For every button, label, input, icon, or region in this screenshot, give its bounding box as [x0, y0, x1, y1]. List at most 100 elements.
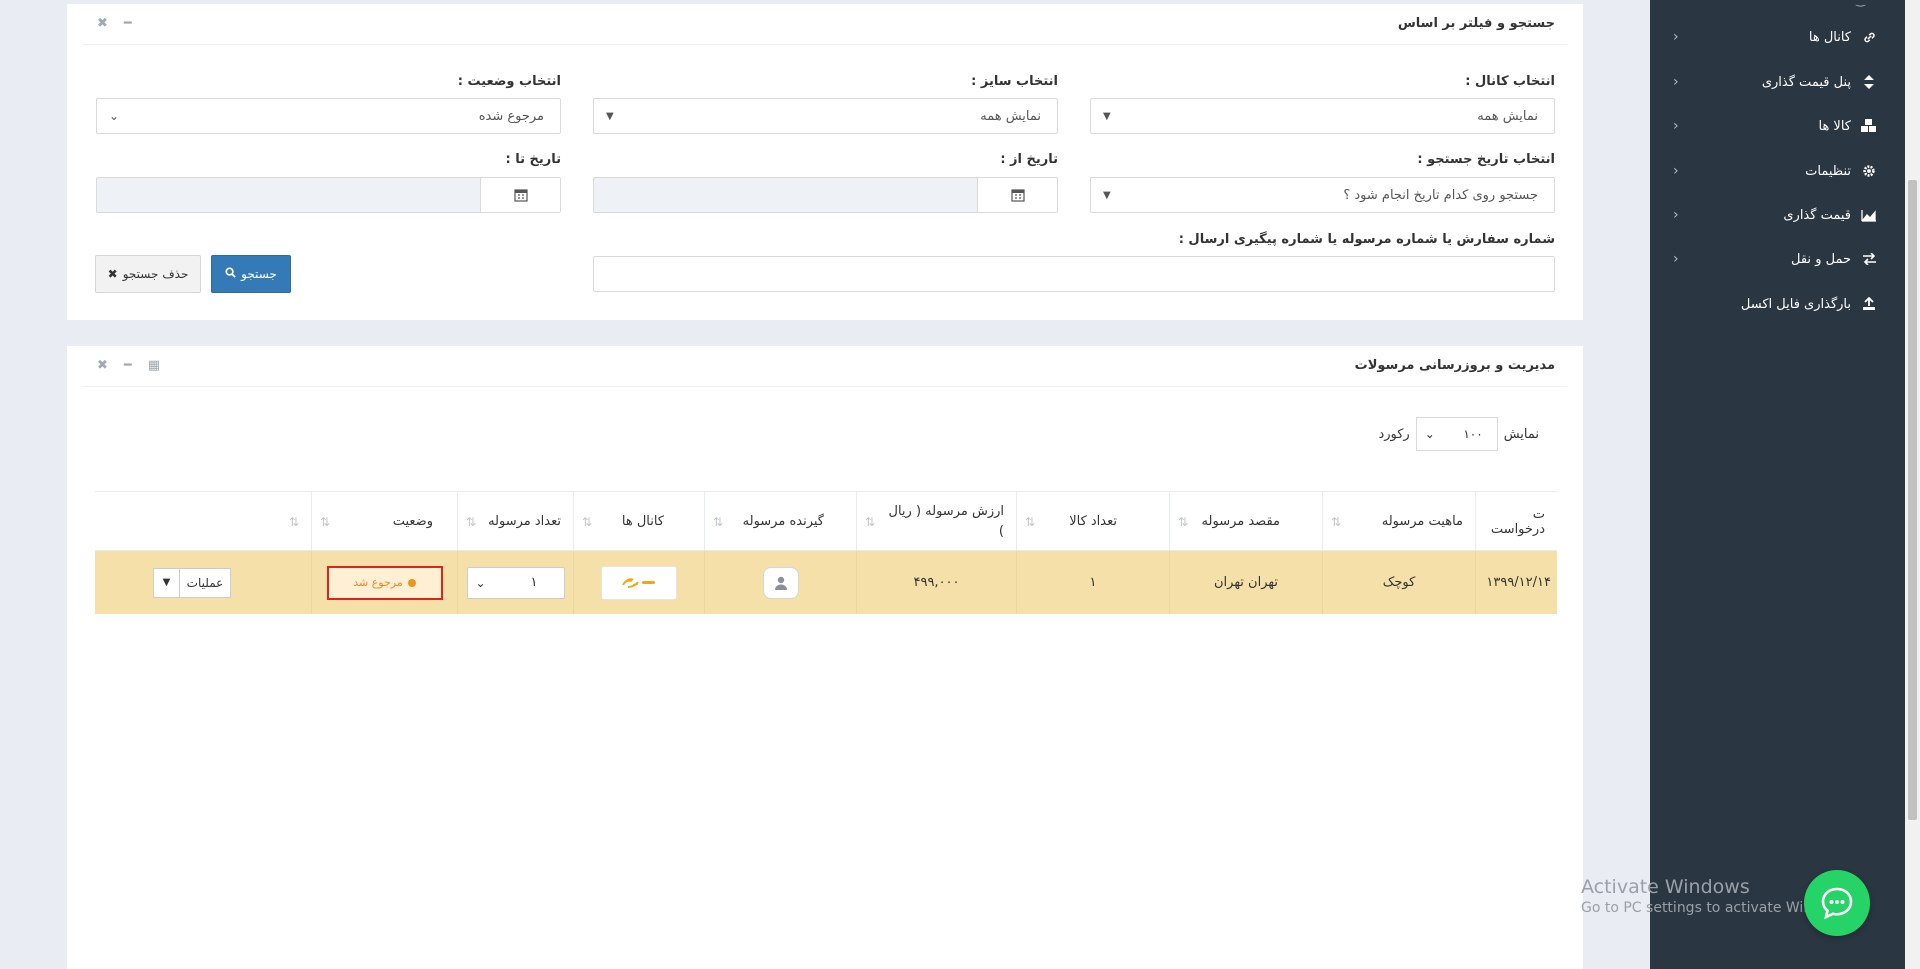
sidebar-item-settings[interactable]: تنظیمات ‹ [1650, 149, 1905, 193]
col-channels[interactable]: کانال ها ⇅ [573, 492, 704, 551]
collapse-icon[interactable]: ━ [124, 358, 132, 373]
col-shipment-count[interactable]: تعداد مرسوله ⇅ [457, 492, 573, 551]
gear-icon [1861, 163, 1877, 179]
column-title: وضعیت [392, 514, 433, 529]
column-title: ت درخواست [1490, 506, 1545, 537]
sidebar-item-pricing[interactable]: قیمت گذاری ‹ [1650, 193, 1905, 237]
col-status[interactable]: وضعیت ⇅ [311, 492, 457, 551]
channel-select-value: نمایش همه [1477, 108, 1538, 124]
date-search-select-value: جستجو روی کدام تاریخ انجام شود ؟ [1343, 187, 1538, 203]
panel-tools: ✖ ━ [97, 16, 132, 31]
column-title: ماهیت مرسوله [1381, 514, 1463, 529]
sort-icon: ⇅ [582, 514, 593, 529]
cell-status: مرجوع شد [311, 551, 457, 614]
search-icon [225, 267, 236, 281]
shipment-count-select[interactable]: ۱ ⌄ [466, 566, 565, 599]
chevron-left-icon: ‹ [1673, 207, 1679, 223]
cell-request-date: ۱۳۹۹/۱۲/۱۴ [1475, 551, 1557, 614]
column-title: تعداد مرسوله [488, 514, 561, 529]
order-number-label: شماره سفارش یا شماره مرسوله یا شماره پیگ… [1178, 232, 1555, 247]
operations-dropdown[interactable]: ▼ عملیات [153, 567, 231, 598]
page-scrollbar[interactable] [1905, 0, 1920, 969]
sidebar-item-products[interactable]: کالا ها ‹ [1650, 104, 1905, 148]
sort-icon: ⇅ [1331, 514, 1342, 529]
calendar-icon[interactable] [977, 178, 1057, 212]
sidebar: ‿ کانال ها ‹ پنل قیمت گذاری ‹ کالا ها ‹ … [1650, 0, 1905, 969]
col-destination[interactable]: مقصد مرسوله ⇅ [1169, 492, 1322, 551]
status-text: مرجوع شد [353, 576, 403, 589]
status-dot-icon [407, 578, 416, 587]
sidebar-item-pricing-panel[interactable]: پنل قیمت گذاری ‹ [1650, 60, 1905, 104]
sidebar-item-label: حمل و نقل [1791, 251, 1851, 267]
chevron-left-icon: ‹ [1673, 29, 1679, 45]
search-button[interactable]: جستجو [211, 255, 291, 293]
channel-logo[interactable]: ~ [601, 565, 677, 600]
cell-value: تهران تهران [1213, 575, 1279, 590]
sidebar-item-label: بارگذاری فایل اکسل [1740, 296, 1851, 312]
col-operations[interactable]: ⇅ [95, 492, 311, 551]
date-from-field[interactable] [593, 177, 1058, 213]
order-number-input[interactable] [593, 256, 1555, 292]
size-select[interactable]: نمایش همه ▼ [593, 98, 1058, 134]
chevron-down-icon: ⌄ [1424, 427, 1435, 441]
times-icon: ✖ [107, 267, 118, 281]
sidebar-item-transport[interactable]: حمل و نقل ‹ [1650, 237, 1905, 281]
col-recipient[interactable]: گیرنده مرسوله ⇅ [704, 492, 856, 551]
sidebar-item-label: تنظیمات [1805, 163, 1851, 179]
cell-shipment-count: ۱ ⌄ [457, 551, 573, 614]
recipient-avatar[interactable] [762, 566, 799, 599]
cell-value: ۴۹۹,۰۰۰ [913, 575, 960, 590]
column-title: کانال ها [621, 514, 664, 529]
col-nature[interactable]: ماهیت مرسوله ⇅ [1322, 492, 1475, 551]
chevron-down-icon: ⌄ [109, 109, 120, 123]
page-length-control: نمایش ۱۰۰ ⌄ رکورد [1378, 417, 1539, 451]
channel-select[interactable]: نمایش همه ▼ [1090, 98, 1555, 134]
sidebar-item-channels[interactable]: کانال ها ‹ [1650, 15, 1905, 59]
date-to-field[interactable] [96, 177, 561, 213]
close-icon[interactable]: ✖ [97, 16, 108, 31]
sort-icon: ⇅ [288, 514, 299, 529]
area-chart-icon [1861, 207, 1877, 223]
caret-down-icon: ▼ [1103, 189, 1111, 201]
cell-operations: ▼ عملیات [95, 551, 311, 614]
date-from-label: تاریخ از : [1000, 152, 1058, 167]
status-select-value: مرجوع شده [478, 108, 544, 124]
chat-support-button[interactable] [1804, 870, 1870, 936]
chevron-left-icon: ‹ [1673, 163, 1679, 179]
shipment-count-value: ۱ [530, 575, 538, 590]
show-label: نمایش [1503, 426, 1539, 442]
sort-icon [1861, 74, 1877, 90]
caret-down-icon[interactable]: ▼ [154, 568, 180, 597]
date-search-select[interactable]: جستجو روی کدام تاریخ انجام شود ؟ ▼ [1090, 177, 1555, 213]
status-badge: مرجوع شد [326, 565, 443, 600]
chevron-left-icon: ‹ [1673, 251, 1679, 267]
caret-down-icon: ▼ [1103, 110, 1111, 122]
scrollbar-thumb[interactable] [1908, 180, 1917, 820]
col-request-date[interactable]: ت درخواست [1475, 492, 1557, 551]
channel-brand-icon: ~ [622, 577, 655, 589]
calendar-icon[interactable] [480, 178, 560, 212]
sort-icon: ⇅ [713, 514, 724, 529]
column-title: تعداد کالا [1069, 514, 1117, 529]
collapse-icon[interactable]: ━ [124, 16, 132, 31]
table-row[interactable]: ۱۳۹۹/۱۲/۱۴ کوچک تهران تهران ۱ ۴۹۹,۰۰۰ ~ … [95, 551, 1557, 614]
date-to-label: تاریخ تا : [505, 152, 561, 167]
sidebar-item-excel-upload[interactable]: بارگذاری فایل اکسل [1650, 282, 1905, 326]
sort-icon: ⇅ [1178, 514, 1189, 529]
status-select[interactable]: مرجوع شده ⌄ [96, 98, 561, 134]
panel-divider [83, 44, 1567, 45]
chevron-left-icon: ‹ [1673, 74, 1679, 90]
status-select-label: انتخاب وضعیت : [457, 74, 561, 89]
clear-search-label: حذف جستجو [122, 267, 189, 281]
panel-tools: ✖ ━ ▦ [97, 358, 160, 373]
col-item-count[interactable]: تعداد کالا ⇅ [1016, 492, 1169, 551]
close-icon[interactable]: ✖ [97, 358, 108, 373]
column-title: گیرنده مرسوله [742, 514, 824, 529]
col-value[interactable]: ارزش مرسوله ( ریال ) ⇅ [856, 492, 1016, 551]
channel-select-label: انتخاب کانال : [1465, 74, 1555, 89]
clear-search-button[interactable]: حذف جستجو ✖ [95, 255, 201, 293]
panel-divider [83, 386, 1567, 387]
page-size-select[interactable]: ۱۰۰ ⌄ [1415, 417, 1498, 451]
table-grid-icon[interactable]: ▦ [148, 358, 160, 373]
column-title: ارزش مرسوله ( ریال ) [888, 503, 1004, 539]
